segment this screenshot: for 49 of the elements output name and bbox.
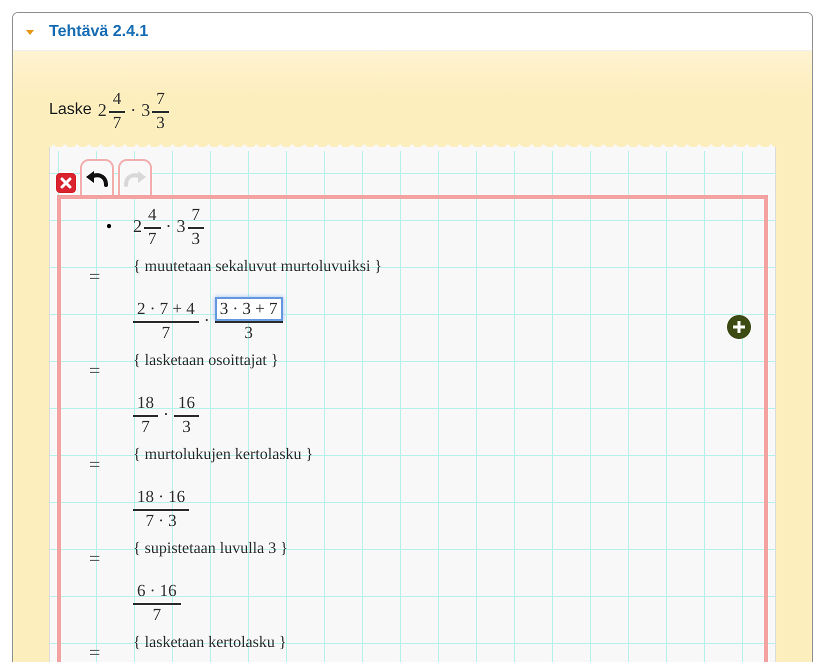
fraction-numerator: 6 · 16 (136, 580, 178, 602)
fraction-numerator: 16 (177, 392, 196, 414)
equals-sign: = (89, 641, 102, 662)
fraction-numerator: 18 (136, 392, 155, 414)
math-operator: · (202, 308, 211, 332)
fraction-numerator: 7 (190, 204, 201, 226)
fraction-numerator: 18 · 16 (136, 486, 186, 508)
add-icon[interactable] (727, 315, 751, 339)
math-operator: · (162, 402, 170, 426)
undo-icon (84, 168, 110, 188)
fraction-denominator: 7 (148, 229, 156, 249)
fraction-numerator: 4 (147, 204, 158, 226)
fraction-numerator: 7 (155, 88, 166, 110)
undo-button[interactable] (80, 159, 114, 195)
fraction-numerator[interactable]: 3 · 3 + 7 (214, 297, 282, 321)
math-number: 2 (133, 214, 142, 238)
fraction-denominator: 7 (162, 323, 170, 343)
prompt-label: Laske (49, 100, 92, 120)
equals-sign: = (89, 547, 102, 572)
fraction-denominator: 7 (152, 605, 162, 625)
fraction-denominator: 3 (192, 229, 200, 249)
equals-sign: = (89, 265, 102, 290)
step-hint: { murtolukujen kertolasku } (133, 445, 314, 465)
fraction-denominator: 7 (112, 113, 122, 133)
fraction-denominator: 3 (244, 323, 253, 343)
caret-icon (25, 28, 35, 36)
fraction-denominator: 7 · 3 (146, 511, 177, 531)
math-operator: · (164, 214, 172, 238)
math-number: 2 (98, 98, 107, 122)
fraction-denominator: 7 (141, 417, 150, 437)
close-icon (60, 177, 72, 189)
step-hint: { supistetaan luvulla 3 } (133, 539, 288, 559)
step-hint: { muutetaan sekaluvut murtoluvuiksi } (133, 257, 382, 277)
task-header[interactable]: Tehtävä 2.4.1 (13, 13, 812, 51)
step-hint: { lasketaan kertolasku } (133, 633, 287, 653)
fraction-numerator: 4 (112, 88, 122, 110)
fraction-denominator: 3 (156, 113, 165, 133)
fraction-numerator: 2 · 7 + 4 (136, 298, 196, 320)
equals-sign: = (89, 359, 102, 384)
step-bullet: • (104, 214, 114, 238)
math-number: 3 (176, 214, 186, 238)
equals-sign: = (89, 453, 102, 478)
delete-button[interactable] (56, 173, 76, 193)
step-hint: { lasketaan osoittajat } (133, 351, 279, 371)
math-operator: · (129, 98, 138, 122)
math-number: 3 (141, 98, 150, 122)
redo-icon (122, 168, 148, 188)
fraction-denominator: 3 (182, 417, 191, 437)
task-title: Tehtävä 2.4.1 (49, 22, 148, 42)
